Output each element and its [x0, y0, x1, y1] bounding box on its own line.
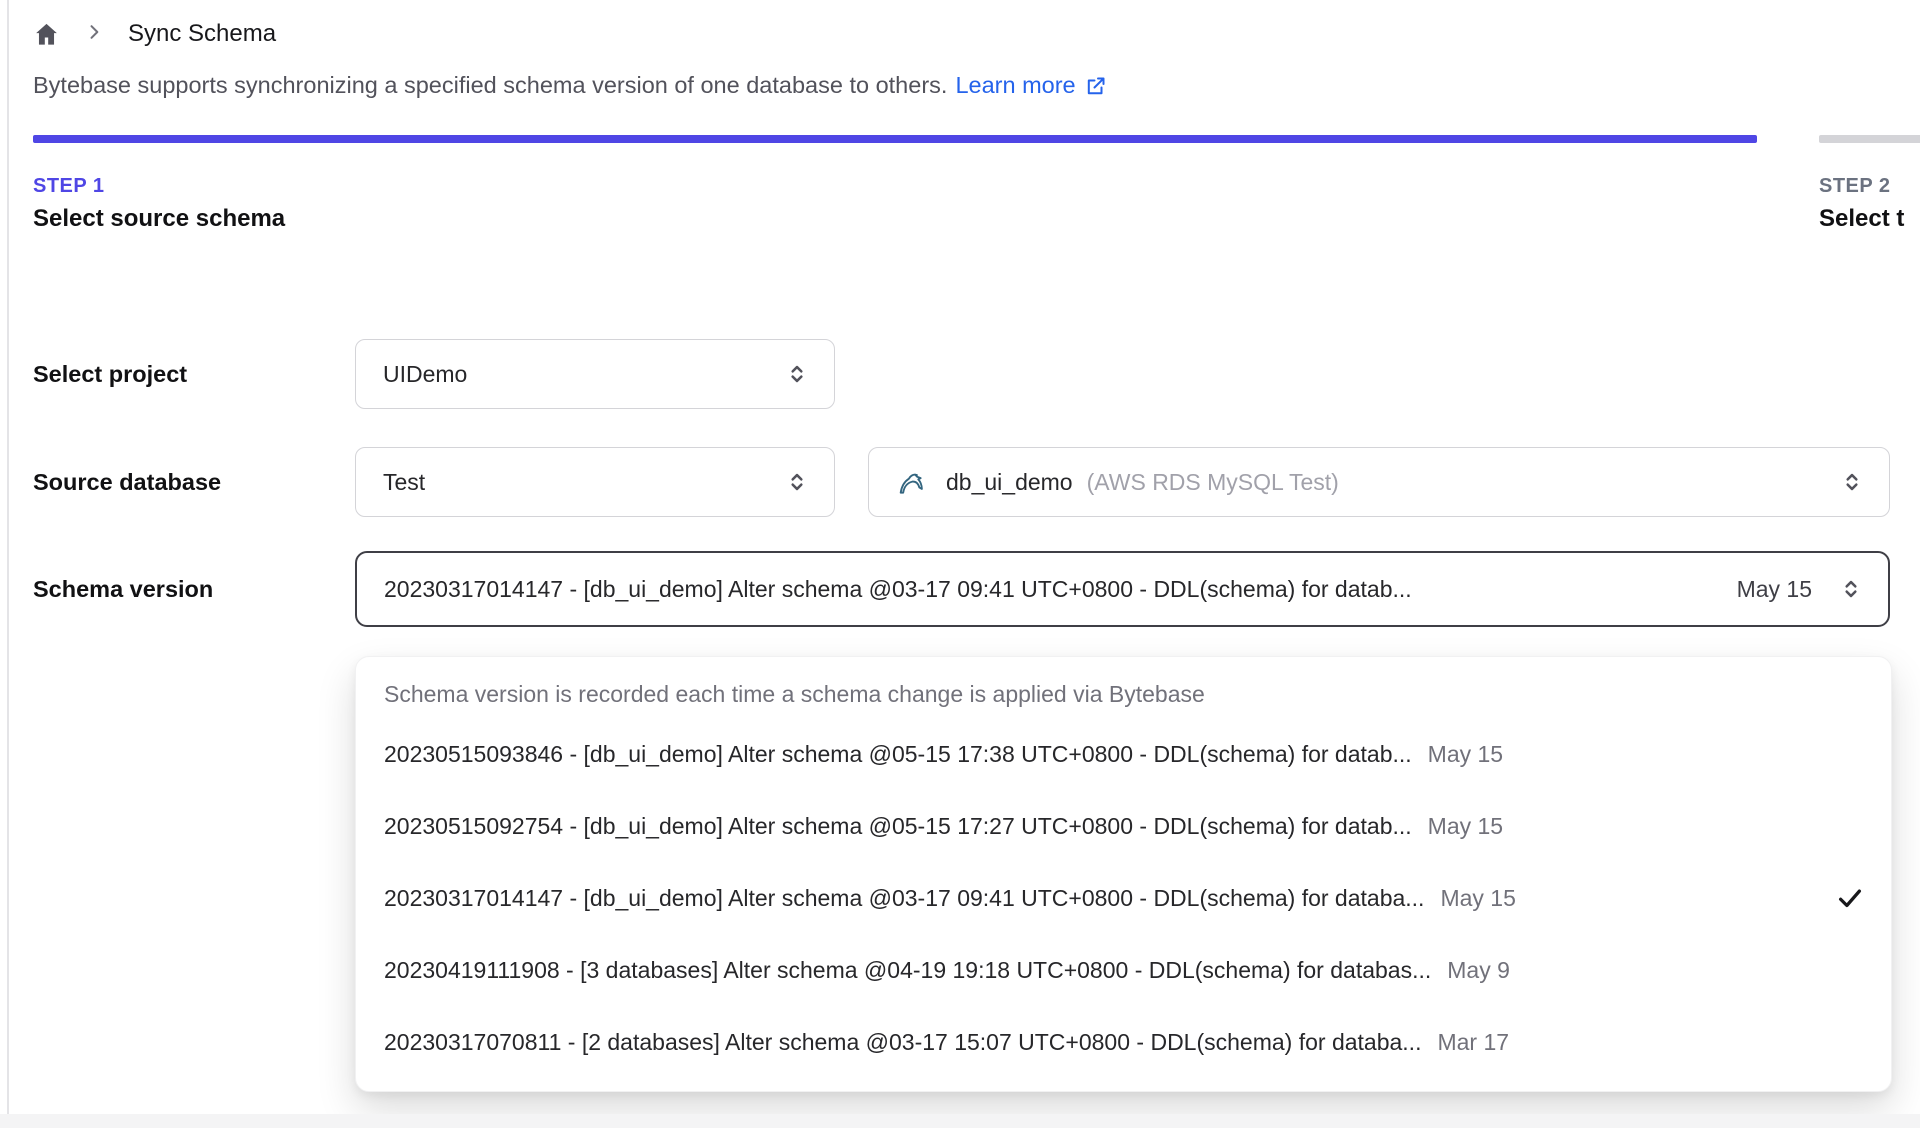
chevron-updown-icon: [1839, 469, 1865, 495]
database-select-detail: (AWS RDS MySQL Test): [1086, 468, 1339, 495]
learn-more-label: Learn more: [955, 72, 1076, 98]
schema-version-date: May 15: [1736, 575, 1812, 602]
step2-label: STEP 2: [1819, 175, 1891, 197]
step1-progress-bar: [33, 135, 1757, 143]
home-link[interactable]: [33, 21, 60, 48]
schema-version-select[interactable]: 20230317014147 - [db_ui_demo] Alter sche…: [355, 551, 1890, 627]
version-option-text: 20230317014147 - [db_ui_demo] Alter sche…: [384, 884, 1425, 911]
check-icon: [1835, 883, 1865, 913]
step1-heading: STEP 1 Select source schema: [33, 175, 1757, 233]
version-option[interactable]: 20230515092754 - [db_ui_demo] Alter sche…: [356, 790, 1891, 862]
step2-heading: STEP 2 Select t: [1819, 175, 1920, 233]
database-select[interactable]: db_ui_demo (AWS RDS MySQL Test): [868, 447, 1890, 517]
external-link-icon: [1087, 77, 1105, 94]
version-option-date: Mar 17: [1437, 1028, 1510, 1055]
mysql-icon: [899, 473, 923, 494]
step-progress: [33, 135, 1920, 143]
home-icon: [36, 23, 57, 45]
chevron-updown-icon: [784, 361, 810, 387]
version-option[interactable]: 20230419111908 - [3 databases] Alter sch…: [356, 934, 1891, 1006]
project-label: Select project: [33, 360, 188, 387]
version-option[interactable]: 20230515093846 - [db_ui_demo] Alter sche…: [356, 718, 1891, 790]
source-schema-form: Select project UIDemo Source database Te…: [33, 339, 1920, 627]
chevron-updown-icon: [1838, 576, 1864, 602]
version-option-text: 20230515092754 - [db_ui_demo] Alter sche…: [384, 812, 1412, 839]
intro-line: Bytebase supports synchronizing a specif…: [33, 72, 1920, 99]
version-option-date: May 15: [1440, 884, 1516, 911]
learn-more-link[interactable]: Learn more: [955, 72, 1107, 99]
schema-version-dropdown: Schema version is recorded each time a s…: [355, 656, 1892, 1092]
source-database-label: Source database: [33, 468, 222, 495]
step1-title: Select source schema: [33, 205, 286, 232]
schema-version-label: Schema version: [33, 575, 214, 602]
source-database-row: Source database Test db_ui_demo (AWS RDS…: [33, 447, 1920, 517]
step1-label: STEP 1: [33, 175, 105, 197]
step-headings: STEP 1 Select source schema STEP 2 Selec…: [33, 175, 1920, 233]
database-select-name: db_ui_demo: [946, 468, 1073, 495]
project-select-value: UIDemo: [383, 360, 468, 387]
step2-progress-bar: [1819, 135, 1920, 143]
schema-version-row: Schema version 20230317014147 - [db_ui_d…: [33, 551, 1920, 627]
page-title: Sync Schema: [128, 20, 277, 47]
sync-schema-page: Sync Schema Bytebase supports synchroniz…: [0, 0, 1920, 1128]
version-option-selected[interactable]: 20230317014147 - [db_ui_demo] Alter sche…: [356, 862, 1891, 934]
version-option-date: May 15: [1427, 740, 1504, 767]
environment-select-value: Test: [383, 468, 426, 495]
bottom-divider: [0, 1114, 1920, 1128]
version-option[interactable]: 20230317070811 - [2 databases] Alter sch…: [356, 1006, 1891, 1078]
project-select[interactable]: UIDemo: [355, 339, 835, 409]
schema-version-value: 20230317014147 - [db_ui_demo] Alter sche…: [384, 575, 1412, 602]
intro-text: Bytebase supports synchronizing a specif…: [33, 72, 948, 98]
schema-version-hint: Schema version is recorded each time a s…: [384, 681, 1205, 707]
version-option-text: 20230515093846 - [db_ui_demo] Alter sche…: [384, 740, 1412, 767]
step2-title: Select t: [1819, 205, 1905, 232]
environment-select[interactable]: Test: [355, 447, 835, 517]
version-option-date: May 15: [1427, 812, 1504, 839]
version-option-text: 20230419111908 - [3 databases] Alter sch…: [384, 956, 1432, 983]
project-row: Select project UIDemo: [33, 339, 1920, 409]
chevron-right-icon: [84, 22, 104, 47]
version-option-text: 20230317070811 - [2 databases] Alter sch…: [384, 1028, 1422, 1055]
version-option-date: May 9: [1447, 956, 1510, 983]
chevron-updown-icon: [784, 469, 810, 495]
breadcrumb: Sync Schema: [33, 16, 1920, 52]
